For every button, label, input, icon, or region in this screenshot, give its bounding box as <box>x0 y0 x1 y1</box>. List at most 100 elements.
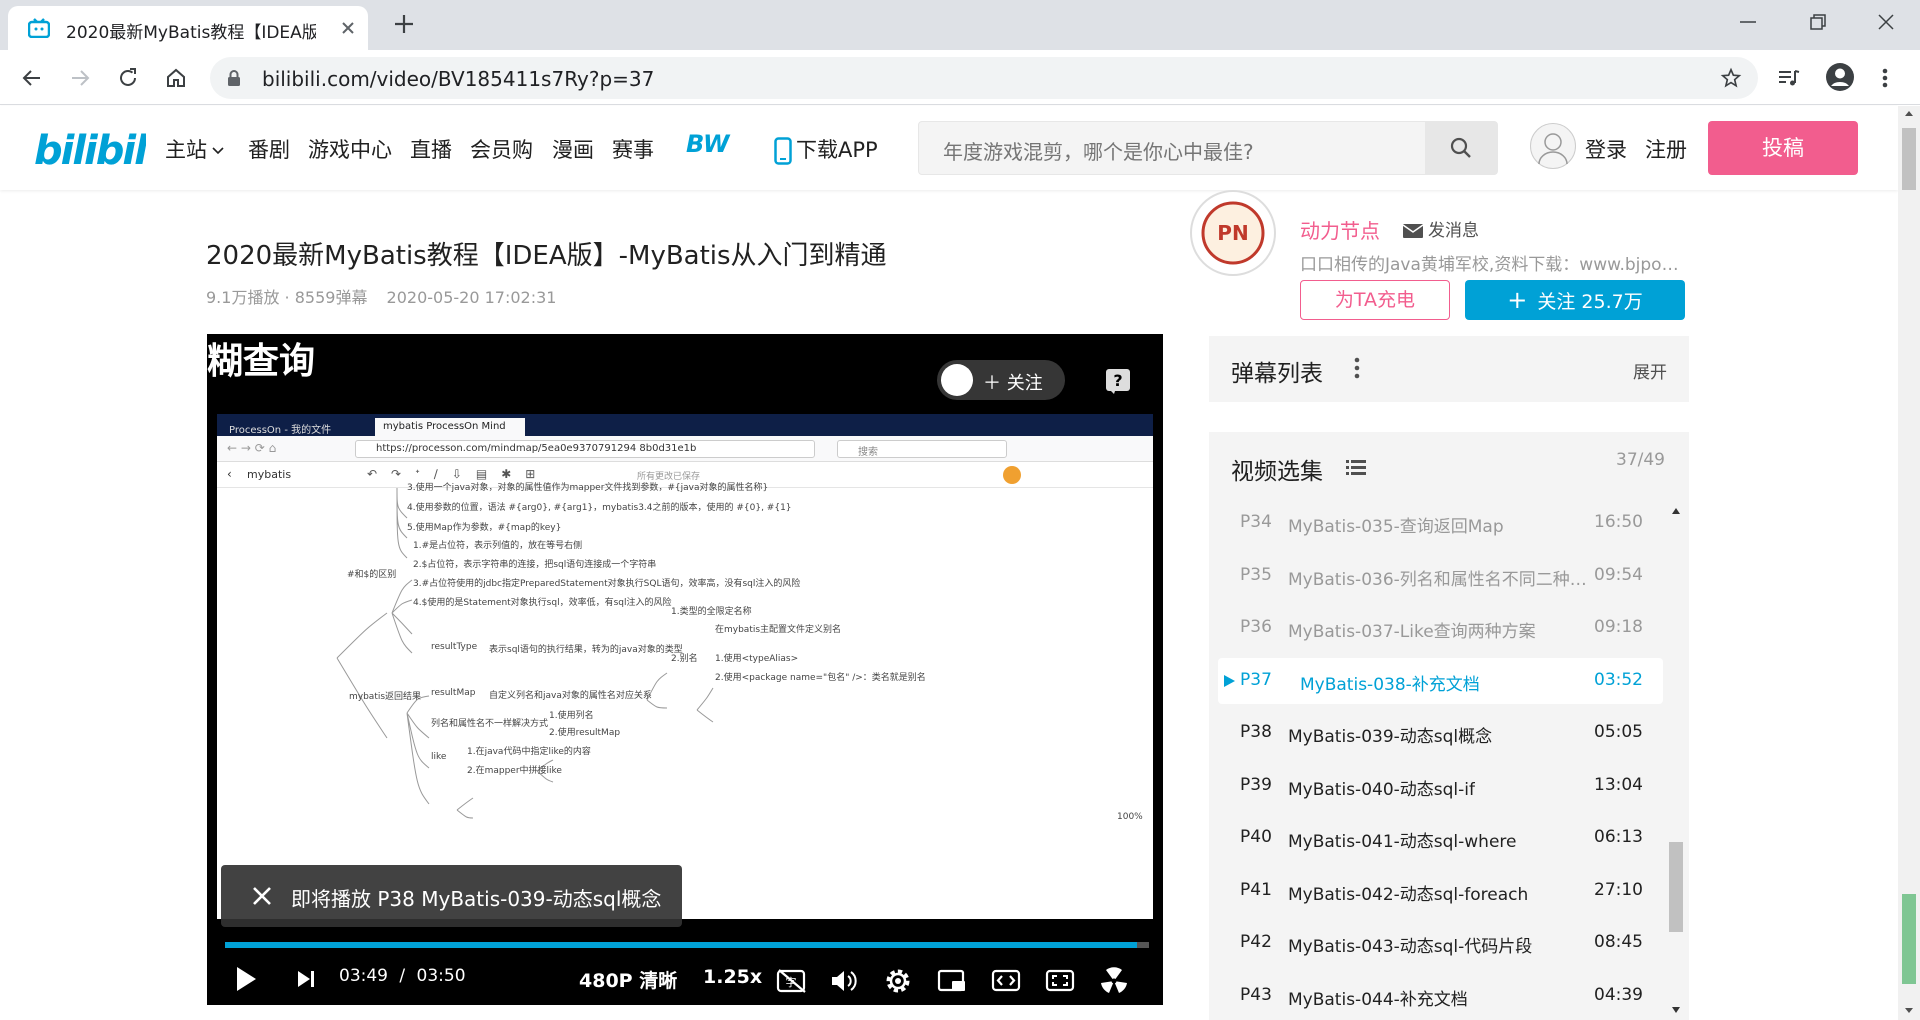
nav-manga[interactable]: 漫画 <box>552 134 594 164</box>
register-link[interactable]: 注册 <box>1645 134 1687 164</box>
speed-button[interactable]: 1.25x <box>703 966 762 988</box>
restore-icon[interactable] <box>1806 10 1830 34</box>
avatar[interactable] <box>1530 123 1576 169</box>
mindmap-node: resultMap <box>431 688 476 698</box>
episode-duration: 05:05 <box>1594 722 1643 742</box>
quality-button[interactable]: 480P 清晰 <box>579 966 677 993</box>
close-window-icon[interactable] <box>1874 10 1898 34</box>
video-player[interactable]: 糊查询 ＋ 关注 ? ProcessOn - 我的文件 mybatis Proc… <box>207 334 1163 1005</box>
episode-number: P35 <box>1240 565 1272 585</box>
episode-item[interactable]: P34 MyBatis-035-查询返回Map 16:50 <box>1218 500 1663 546</box>
episode-item[interactable]: P42 MyBatis-043-动态sql-代码片段 08:45 <box>1218 920 1663 966</box>
mindmap-node: 2.使用resultMap <box>549 728 621 738</box>
episode-item[interactable]: P38 MyBatis-039-动态sql概念 05:05 <box>1218 710 1663 756</box>
nav-mall[interactable]: 会员购 <box>470 134 533 164</box>
new-tab-icon[interactable] <box>392 12 416 36</box>
mindmap-connectors <box>336 488 714 819</box>
bilibili-logo[interactable]: bilibili <box>34 122 146 174</box>
progress-bar[interactable] <box>225 942 1149 948</box>
episode-name: MyBatis-038-补充文档 <box>1300 675 1480 695</box>
media-control-icon[interactable] <box>1776 66 1802 90</box>
bw-badge[interactable]: BW <box>686 130 729 158</box>
minimize-icon[interactable] <box>1736 10 1760 34</box>
download-app-link[interactable]: 下载APP <box>774 134 878 165</box>
web-fullscreen-icon[interactable] <box>1045 968 1075 994</box>
site-header: bilibili 主站 番剧 游戏中心 直播 会员购 漫画 赛事 BW 下载AP… <box>0 106 1898 190</box>
episode-duration: 03:52 <box>1594 670 1643 690</box>
uploader-avatar[interactable]: PN <box>1190 190 1276 276</box>
play-icon[interactable] <box>233 964 259 994</box>
recorded-back-icon: ‹ <box>227 467 232 481</box>
episode-number: P41 <box>1240 880 1272 900</box>
player-follow-label: ＋ 关注 <box>983 373 1043 394</box>
list-view-icon[interactable] <box>1345 458 1367 476</box>
episode-item[interactable]: P40 MyBatis-041-动态sql-where 06:13 <box>1218 815 1663 861</box>
mindmap-node: 2.在mapper中拼接like <box>467 766 562 776</box>
expand-button[interactable]: 展开 <box>1633 358 1667 383</box>
send-message-label: 发消息 <box>1428 221 1479 241</box>
episode-item[interactable]: P35 MyBatis-036-列名和属性名不同二种方案 09:54 <box>1218 553 1663 599</box>
profile-icon[interactable] <box>1825 62 1855 92</box>
search-button[interactable] <box>1425 122 1497 174</box>
mindmap-node: 2.$占位符，表示字符串的连接，把sql语句连接成一个字符串 <box>413 560 657 570</box>
nav-esports[interactable]: 赛事 <box>612 134 654 164</box>
recorded-address-bar: ← → ⟳ ⌂ https://processon.com/mindmap/5e… <box>217 436 1153 462</box>
episode-duration: 04:39 <box>1594 985 1643 1005</box>
picture-in-picture-icon[interactable] <box>937 968 967 994</box>
browser-tab-bar: 2020最新MyBatis教程【IDEA版 <box>0 0 1920 50</box>
bookmark-star-icon[interactable] <box>1720 67 1742 89</box>
browser-tab[interactable]: 2020最新MyBatis教程【IDEA版 <box>8 6 368 50</box>
nav-bangumi[interactable]: 番剧 <box>248 134 290 164</box>
tab-close-icon[interactable] <box>338 18 358 38</box>
episode-item[interactable]: P43 MyBatis-044-补充文档 04:39 <box>1218 973 1663 1019</box>
next-up-banner[interactable]: 即将播放 P38 MyBatis-039-动态sql概念 <box>221 865 682 927</box>
next-up-text: 即将播放 P38 MyBatis-039-动态sql概念 <box>291 887 662 911</box>
url-text[interactable]: bilibili.com/video/BV185411s7Ry?p=37 <box>262 67 654 91</box>
page-scrollbar[interactable] <box>1898 106 1920 1020</box>
nav-main-site[interactable]: 主站 <box>165 134 225 164</box>
episode-item-active[interactable]: P37 MyBatis-038-补充文档 03:52 <box>1218 658 1663 704</box>
menu-dots-icon[interactable] <box>1880 66 1890 90</box>
lock-icon[interactable] <box>226 69 242 87</box>
omnibox[interactable]: bilibili.com/video/BV185411s7Ry?p=37 <box>210 57 1758 99</box>
next-episode-icon[interactable] <box>295 968 317 990</box>
login-link[interactable]: 登录 <box>1585 134 1627 164</box>
episode-name: MyBatis-037-Like查询两种方案 <box>1288 622 1536 642</box>
mindmap-node: 1.使用<typeAlias> <box>715 654 799 664</box>
back-icon[interactable] <box>20 66 44 90</box>
uploader-name[interactable]: 动力节点 <box>1300 215 1380 244</box>
nav-game-center[interactable]: 游戏中心 <box>308 134 392 164</box>
upload-button[interactable]: 投稿 <box>1708 121 1858 175</box>
episode-scrollbar[interactable] <box>1667 502 1685 1020</box>
danmaku-list-title: 弹幕列表 <box>1231 361 1323 387</box>
volume-icon[interactable] <box>829 968 859 994</box>
episode-item[interactable]: P39 MyBatis-040-动态sql-if 13:04 <box>1218 763 1663 809</box>
more-vertical-icon[interactable] <box>1353 356 1361 380</box>
mindmap-node: 4.$使用的是Statement对象执行sql，效率低，有sql注入的风险 <box>413 598 672 608</box>
danmaku-toggle-icon[interactable]: 字 <box>775 968 809 994</box>
charge-button[interactable]: 为TA充电 <box>1300 280 1450 320</box>
episode-item[interactable]: P41 MyBatis-042-动态sql-foreach 27:10 <box>1218 868 1663 914</box>
mindmap-node: 3.#占位符使用的jdbc指定PreparedStatement对象执行SQL语… <box>413 579 801 589</box>
mindmap-node: resultType <box>431 642 478 652</box>
search-input[interactable]: 年度游戏混剪，哪个是你心中最佳? <box>943 136 1254 165</box>
time-current: 03:49 <box>339 966 388 986</box>
phone-icon <box>774 137 792 165</box>
episode-item[interactable]: P36 MyBatis-037-Like查询两种方案 09:18 <box>1218 605 1663 651</box>
home-icon[interactable] <box>164 66 188 90</box>
reload-icon[interactable] <box>116 66 140 90</box>
forward-icon[interactable] <box>68 66 92 90</box>
help-icon[interactable]: ? <box>1105 368 1131 394</box>
widescreen-icon[interactable] <box>991 968 1021 994</box>
svg-text:PN: PN <box>1217 221 1248 245</box>
player-follow-button[interactable]: ＋ 关注 <box>937 360 1065 400</box>
fullscreen-icon[interactable] <box>1099 966 1129 996</box>
nav-live[interactable]: 直播 <box>410 134 452 164</box>
send-message-link[interactable]: 发消息 <box>1402 216 1479 241</box>
follow-button[interactable]: + 关注 25.7万 <box>1465 280 1685 320</box>
settings-gear-icon[interactable] <box>883 966 913 996</box>
video-title: 2020最新MyBatis教程【IDEA版】-MyBatis从入门到精通 <box>206 241 887 271</box>
episode-name: MyBatis-040-动态sql-if <box>1288 780 1475 800</box>
close-icon[interactable] <box>251 885 273 907</box>
episode-number: P37 <box>1240 670 1272 690</box>
